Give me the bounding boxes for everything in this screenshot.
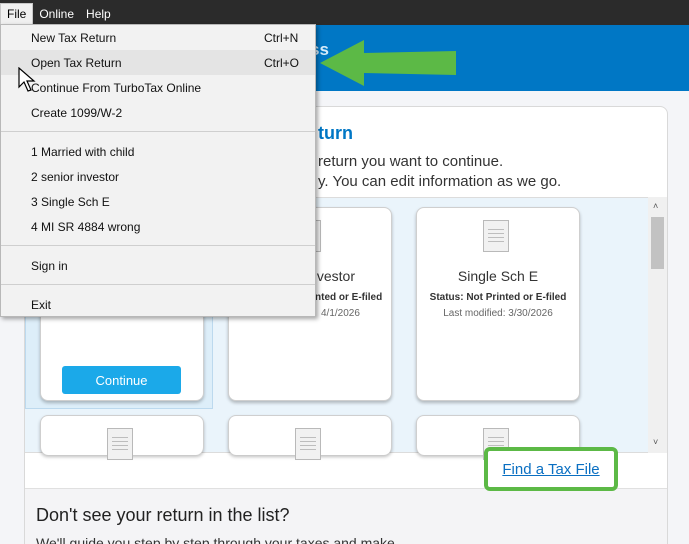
menu-help[interactable]: Help [80, 3, 117, 25]
menu-item-open-tax-return[interactable]: Open Tax Return Ctrl+O [1, 50, 315, 75]
menu-item-label: New Tax Return [31, 30, 117, 45]
menu-item-sign-in[interactable]: Sign in [1, 253, 315, 278]
menu-item-label: Open Tax Return [31, 55, 122, 70]
green-arrow-icon [320, 40, 456, 86]
menu-item-recent-4[interactable]: 4 MI SR 4884 wrong [1, 214, 315, 239]
menu-item-recent-1[interactable]: 1 Married with child [1, 139, 315, 164]
menu-separator [1, 284, 315, 285]
returns-scrollbar[interactable]: ˄ ˅ [648, 197, 667, 453]
continue-button[interactable]: Continue [62, 366, 181, 394]
document-icon [295, 428, 321, 460]
menu-item-shortcut: Ctrl+N [264, 30, 299, 45]
find-tax-file-link[interactable]: Find a Tax File [502, 461, 599, 478]
scroll-up-icon[interactable]: ˄ [653, 201, 658, 211]
menu-item-shortcut: Ctrl+O [264, 55, 300, 70]
return-tile-name: Single Sch E [457, 268, 539, 284]
return-tile-status: Status: Not Printed or E-filed [429, 292, 567, 303]
find-tax-file-highlight: Find a Tax File [484, 447, 618, 491]
document-icon [483, 220, 509, 252]
return-tile-modified: Last modified: 3/30/2026 [443, 308, 553, 319]
menu-item-label: 4 MI SR 4884 wrong [31, 219, 141, 234]
missing-return-text: We'll guide you step by step through you… [36, 535, 395, 544]
menu-item-recent-2[interactable]: 2 senior investor [1, 164, 315, 189]
menu-item-continue-online[interactable]: Continue From TurboTax Online [1, 75, 315, 100]
document-icon [107, 428, 133, 460]
mouse-cursor-icon [18, 67, 36, 92]
menu-separator [1, 131, 315, 132]
menu-online[interactable]: Online [33, 3, 80, 25]
missing-return-heading: Don't see your return in the list? [36, 505, 290, 525]
menu-file[interactable]: File [0, 3, 34, 25]
menu-item-label: 2 senior investor [31, 169, 120, 184]
menu-item-label: Sign in [31, 258, 68, 273]
menubar: File Online Help [0, 0, 689, 25]
page-subtitle-line2: y. You can edit information as we go. [318, 173, 562, 190]
menu-item-create-1099[interactable]: Create 1099/W-2 [1, 100, 315, 125]
return-tile-3[interactable]: Single Sch E Status: Not Printed or E-fi… [416, 207, 580, 401]
menu-item-label: 1 Married with child [31, 144, 135, 159]
menu-item-label: Exit [31, 297, 52, 312]
page-subtitle-line1: return you want to continue. [318, 153, 504, 170]
return-tile-4[interactable] [40, 415, 204, 460]
menu-separator [1, 245, 315, 246]
menu-item-exit[interactable]: Exit [1, 292, 315, 317]
scrollbar-thumb[interactable] [651, 217, 664, 269]
return-tile-5[interactable] [228, 415, 392, 460]
menu-item-recent-3[interactable]: 3 Single Sch E [1, 189, 315, 214]
menu-item-label: Create 1099/W-2 [31, 105, 123, 120]
scroll-down-icon[interactable]: ˅ [653, 437, 658, 447]
menu-item-label: Continue From TurboTax Online [31, 80, 202, 95]
page-title: turn [318, 123, 353, 143]
menu-item-new-tax-return[interactable]: New Tax Return Ctrl+N [1, 25, 315, 50]
menu-item-label: 3 Single Sch E [31, 194, 110, 209]
file-menu-dropdown: New Tax Return Ctrl+N Open Tax Return Ct… [0, 24, 316, 317]
